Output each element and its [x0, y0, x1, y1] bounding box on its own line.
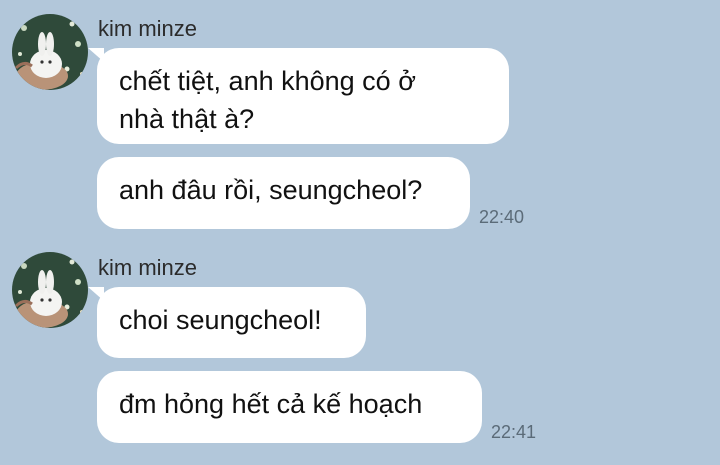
message-bubble[interactable]: anh đâu rồi, seungcheol? [97, 157, 470, 229]
message-bubble[interactable]: chết tiệt, anh không có ở nhà thật à? [88, 48, 509, 144]
avatar[interactable] [12, 252, 88, 328]
message-bubble[interactable]: đm hỏng hết cả kế hoạch [97, 371, 482, 443]
sender-name: kim minze [98, 16, 198, 41]
message-bubble[interactable]: choi seungcheol! [88, 287, 366, 358]
bunny-avatar-icon [12, 252, 88, 328]
sender-name: kim minze [98, 255, 198, 280]
avatar[interactable] [12, 14, 88, 90]
chat-area[interactable]: kim minze chết tiệt, anh không có ở nhà … [0, 0, 720, 465]
message-timestamp: 22:40 [479, 207, 525, 227]
bunny-avatar-icon [12, 14, 88, 90]
message-timestamp: 22:41 [491, 422, 537, 442]
